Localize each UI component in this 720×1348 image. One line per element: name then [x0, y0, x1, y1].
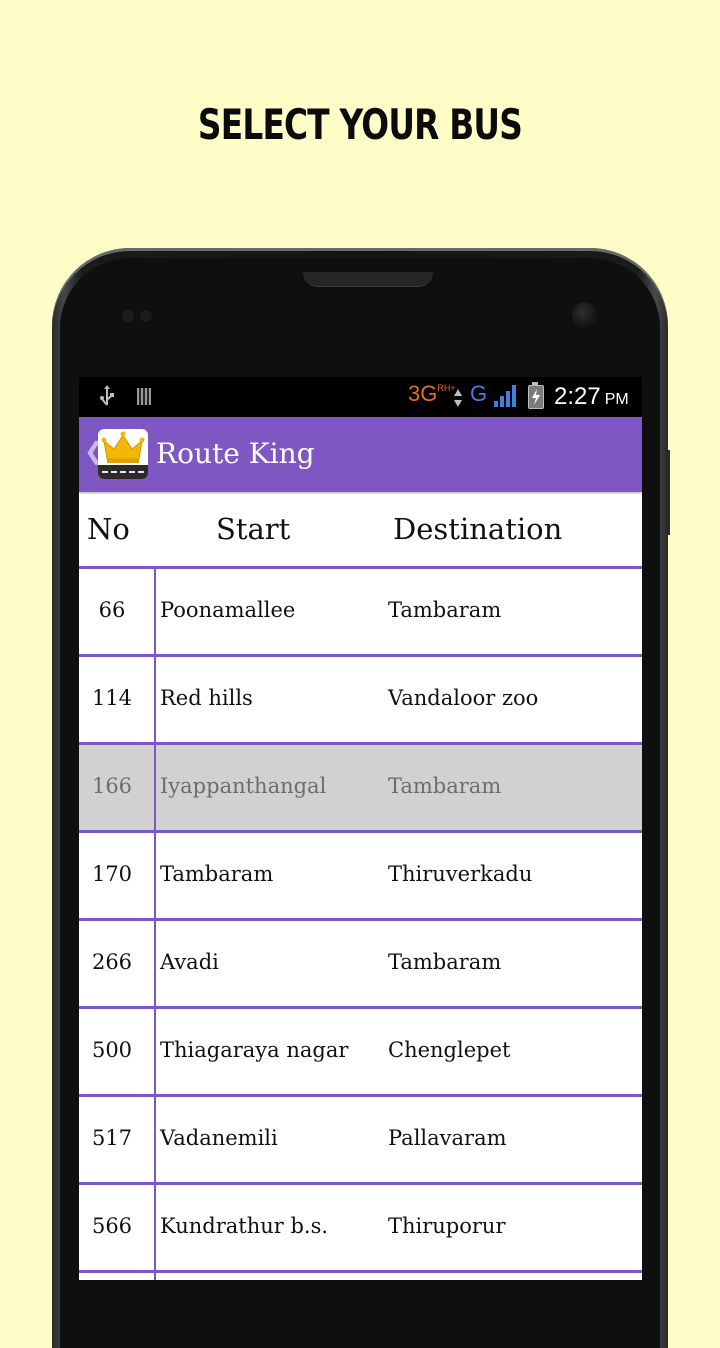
table-row[interactable]: 266 Avadi Tambaram: [79, 921, 642, 1009]
route-start: Tambaram: [160, 862, 274, 886]
column-divider: [154, 569, 156, 654]
route-start: Red hills: [160, 686, 253, 710]
clock-ampm: PM: [604, 391, 629, 408]
data-transfer-icon: [451, 387, 465, 409]
phone-screen: 3GRH+ G 2:27 PM ❮ Route King No Start De…: [79, 377, 642, 1280]
route-number: 566: [91, 1214, 133, 1238]
table-row[interactable]: 170 Tambaram Thiruverkadu: [79, 833, 642, 921]
promo-headline: SELECT YOUR BUS: [197, 100, 523, 149]
route-start: Avadi: [160, 950, 219, 974]
route-number: 166: [91, 774, 133, 798]
column-divider: [154, 921, 156, 1006]
sd-card-icon: [136, 385, 152, 407]
table-row[interactable]: 114 Red hills Vandaloor zoo: [79, 657, 642, 745]
table-row-partial[interactable]: [79, 1273, 642, 1280]
crown-road-icon[interactable]: [98, 429, 148, 479]
action-bar: ❮ Route King: [79, 417, 642, 492]
phone-side-button: [666, 450, 670, 535]
front-camera: [572, 302, 598, 328]
network-type-label: 3G: [408, 381, 438, 406]
route-start: Thiagaraya nagar: [160, 1038, 349, 1062]
app-title: Route King: [156, 437, 315, 470]
route-start: Vadanemili: [160, 1126, 278, 1150]
earpiece-speaker: [303, 272, 433, 287]
route-destination: Tambaram: [388, 598, 502, 622]
route-destination: Tambaram: [388, 950, 502, 974]
signal-type-label: G: [470, 381, 488, 406]
header-no: No: [87, 512, 130, 546]
route-start: Poonamallee: [160, 598, 296, 622]
column-divider: [154, 657, 156, 742]
road-graphic: [98, 465, 148, 479]
route-start: Iyappanthangal: [160, 774, 327, 798]
header-destination: Destination: [393, 512, 563, 546]
column-divider: [154, 745, 156, 830]
route-destination: Thiruporur: [388, 1214, 506, 1238]
battery-charging-icon: [528, 382, 544, 409]
usb-icon: [99, 385, 115, 407]
route-number: 500: [91, 1038, 133, 1062]
column-divider: [154, 1185, 156, 1270]
route-destination: Chenglepet: [388, 1038, 511, 1062]
column-divider: [154, 833, 156, 918]
table-row[interactable]: 66 Poonamallee Tambaram: [79, 569, 642, 657]
table-row[interactable]: 500 Thiagaraya nagar Chenglepet: [79, 1009, 642, 1097]
clock-time: 2:27: [554, 383, 601, 410]
table-row-selected[interactable]: 166 Iyappanthangal Tambaram: [79, 745, 642, 833]
route-destination: Thiruverkadu: [388, 862, 533, 886]
network-type-indicator: 3GRH+: [408, 381, 456, 407]
route-destination: Pallavaram: [388, 1126, 507, 1150]
route-start: Kundrathur b.s.: [160, 1214, 329, 1238]
status-bar: 3GRH+ G 2:27 PM: [79, 377, 642, 417]
signal-strength-icon: [492, 385, 518, 407]
route-number: 66: [98, 598, 126, 622]
column-divider: [154, 1273, 156, 1280]
light-sensor: [140, 310, 152, 322]
column-divider: [154, 1097, 156, 1182]
route-destination: Tambaram: [388, 774, 502, 798]
route-number: 114: [91, 686, 133, 710]
clock: 2:27 PM: [554, 383, 629, 411]
table-row[interactable]: 566 Kundrathur b.s. Thiruporur: [79, 1185, 642, 1273]
proximity-sensor: [122, 310, 134, 322]
table-row[interactable]: 517 Vadanemili Pallavaram: [79, 1097, 642, 1185]
table-header: No Start Destination: [79, 494, 642, 569]
route-number: 517: [91, 1126, 133, 1150]
header-start: Start: [216, 512, 291, 546]
route-number: 266: [91, 950, 133, 974]
route-number: 170: [91, 862, 133, 886]
column-divider: [154, 1009, 156, 1094]
route-destination: Vandaloor zoo: [388, 686, 539, 710]
